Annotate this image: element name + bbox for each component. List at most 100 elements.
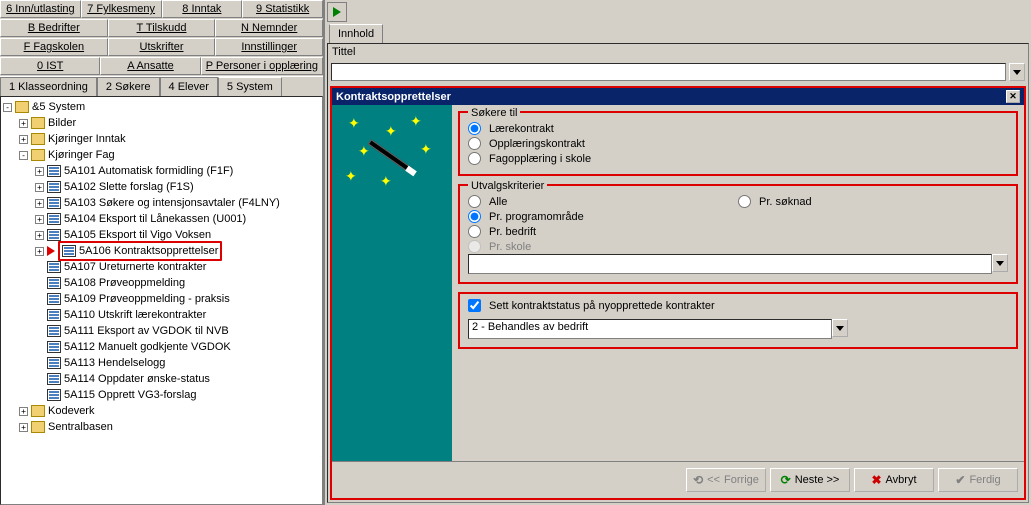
radio-fagopplaering[interactable] — [468, 152, 481, 165]
tree-item[interactable]: 5A112 Manuelt godkjente VGDOK — [3, 339, 320, 355]
left-tab[interactable]: 2 Søkere — [97, 77, 160, 96]
tab-innhold[interactable]: Innhold — [329, 24, 383, 43]
tree-item-label: 5A106 Kontraktsopprettelser — [79, 245, 218, 257]
menu-item[interactable]: A Ansatte — [100, 57, 200, 75]
play-button[interactable] — [327, 2, 347, 22]
check-label: Sett kontraktstatus på nyopprettede kont… — [489, 300, 715, 312]
tree-item-label: 5A111 Eksport av VGDOK til NVB — [64, 323, 229, 339]
tree-item[interactable]: 5A107 Ureturnerte kontrakter — [3, 259, 320, 275]
radio-opplaeringskontrakt[interactable] — [468, 137, 481, 150]
folder-icon — [31, 117, 45, 129]
report-icon — [47, 165, 61, 177]
play-icon — [333, 7, 341, 17]
menu-item[interactable]: 0 IST — [0, 57, 100, 75]
left-tab[interactable]: 1 Klasseordning — [0, 77, 97, 96]
expand-icon[interactable]: + — [19, 135, 28, 144]
status-combo-input[interactable]: 2 - Behandles av bedrift — [468, 319, 832, 339]
tree-item[interactable]: + Bilder — [3, 115, 320, 131]
menu-item[interactable]: Innstillinger — [215, 38, 323, 56]
radio-pr-programomrade[interactable] — [468, 210, 481, 223]
expand-icon[interactable]: + — [35, 167, 44, 176]
left-tabs: 1 Klasseordning2 Søkere4 Elever5 System — [0, 76, 323, 96]
tree-item-label: &5 System — [32, 99, 85, 115]
report-icon — [47, 293, 61, 305]
collapse-icon[interactable]: - — [19, 151, 28, 160]
report-icon — [62, 245, 76, 257]
tittel-dropdown[interactable] — [1009, 63, 1025, 81]
expand-icon[interactable]: + — [35, 231, 44, 240]
folder-icon — [31, 133, 45, 145]
expand-icon[interactable]: + — [19, 119, 28, 128]
tree-item[interactable]: 5A113 Hendelselogg — [3, 355, 320, 371]
collapse-icon[interactable]: - — [3, 103, 12, 112]
tree-item[interactable]: 5A110 Utskrift lærekontrakter — [3, 307, 320, 323]
tree-item-label: Kodeverk — [48, 403, 94, 419]
report-icon — [47, 181, 61, 193]
expand-icon[interactable]: + — [35, 183, 44, 192]
cancel-button[interactable]: ✖Avbryt — [854, 468, 934, 492]
tree-item-label: 5A112 Manuelt godkjente VGDOK — [64, 339, 231, 355]
tree-item[interactable]: +5A103 Søkere og intensjonsavtaler (F4LN… — [3, 195, 320, 211]
expand-icon[interactable]: + — [35, 247, 44, 256]
menu-item[interactable]: 9 Statistikk — [242, 0, 323, 18]
radio-label: Pr. bedrift — [489, 226, 536, 238]
tittel-input[interactable] — [331, 63, 1006, 81]
tree-item[interactable]: 5A111 Eksport av VGDOK til NVB — [3, 323, 320, 339]
report-icon — [47, 373, 61, 385]
check-sett-status[interactable] — [468, 299, 481, 312]
tree-item[interactable]: - &5 System — [3, 99, 320, 115]
tree-item-label: 5A108 Prøveoppmelding — [64, 275, 185, 291]
prev-button: ⟲<< Forrige — [686, 468, 766, 492]
radio-label: Lærekontrakt — [489, 123, 554, 135]
tree-item[interactable]: +5A102 Slette forslag (F1S) — [3, 179, 320, 195]
menu-item[interactable]: T Tilskudd — [108, 19, 216, 37]
menu-item[interactable]: Utskrifter — [108, 38, 216, 56]
left-tab[interactable]: 5 System — [218, 77, 282, 96]
menu-item[interactable]: F Fagskolen — [0, 38, 108, 56]
radio-pr-soknad[interactable] — [738, 195, 751, 208]
folder-icon — [31, 149, 45, 161]
left-tab[interactable]: 4 Elever — [160, 77, 218, 96]
tree-item-label: Sentralbasen — [48, 419, 113, 435]
radio-laerekontrakt[interactable] — [468, 122, 481, 135]
radio-alle[interactable] — [468, 195, 481, 208]
folder-icon — [31, 405, 45, 417]
radio-label: Pr. skole — [489, 241, 531, 253]
tree-item-label: 5A109 Prøveoppmelding - praksis — [64, 291, 230, 307]
menu-item[interactable]: 7 Fylkesmeny — [81, 0, 162, 18]
tree-item[interactable]: +Kjøringer Inntak — [3, 131, 320, 147]
radio-label: Alle — [489, 196, 507, 208]
menu-item[interactable]: 8 Inntak — [162, 0, 243, 18]
radio-pr-bedrift[interactable] — [468, 225, 481, 238]
menu-item[interactable]: N Nemnder — [215, 19, 323, 37]
tree-item-label: Kjøringer Fag — [48, 147, 115, 163]
utvalg-combo-button[interactable] — [992, 254, 1008, 272]
radio-label: Pr. søknad — [759, 196, 812, 208]
menu-item[interactable]: 6 Inn/utlasting — [0, 0, 81, 18]
report-icon — [47, 261, 61, 273]
close-icon[interactable]: ✕ — [1006, 90, 1020, 103]
radio-pr-skole — [468, 240, 481, 253]
expand-icon[interactable]: + — [35, 199, 44, 208]
tree-item[interactable]: + Kodeverk — [3, 403, 320, 419]
tree-item[interactable]: +5A104 Eksport til Lånekassen (U001) — [3, 211, 320, 227]
tree-item[interactable]: 5A109 Prøveoppmelding - praksis — [3, 291, 320, 307]
nav-tree[interactable]: - &5 System + Bilder+Kjøringer Inntak - Kjøri… — [0, 96, 323, 505]
tree-item-label: Bilder — [48, 115, 76, 131]
expand-icon[interactable]: + — [19, 423, 28, 432]
next-button[interactable]: ⟳Neste >> — [770, 468, 850, 492]
tree-item[interactable]: 5A115 Opprett VG3-forslag — [3, 387, 320, 403]
expand-icon[interactable]: + — [35, 215, 44, 224]
tree-item[interactable]: + Sentralbasen — [3, 419, 320, 435]
menu-item[interactable]: P Personer i opplæring — [201, 57, 323, 75]
expand-icon[interactable]: + — [19, 407, 28, 416]
status-combo-button[interactable] — [832, 319, 848, 337]
tittel-label: Tittel — [328, 44, 1028, 60]
tree-item[interactable]: 5A114 Oppdater ønske-status — [3, 371, 320, 387]
tree-item[interactable]: - Kjøringer Fag — [3, 147, 320, 163]
tree-item[interactable]: +5A101 Automatisk formidling (F1F) — [3, 163, 320, 179]
utvalg-combo-input[interactable] — [468, 254, 992, 274]
tree-item[interactable]: 5A108 Prøveoppmelding — [3, 275, 320, 291]
menu-item[interactable]: B Bedrifter — [0, 19, 108, 37]
tree-item[interactable]: +5A106 Kontraktsopprettelser — [3, 243, 320, 259]
